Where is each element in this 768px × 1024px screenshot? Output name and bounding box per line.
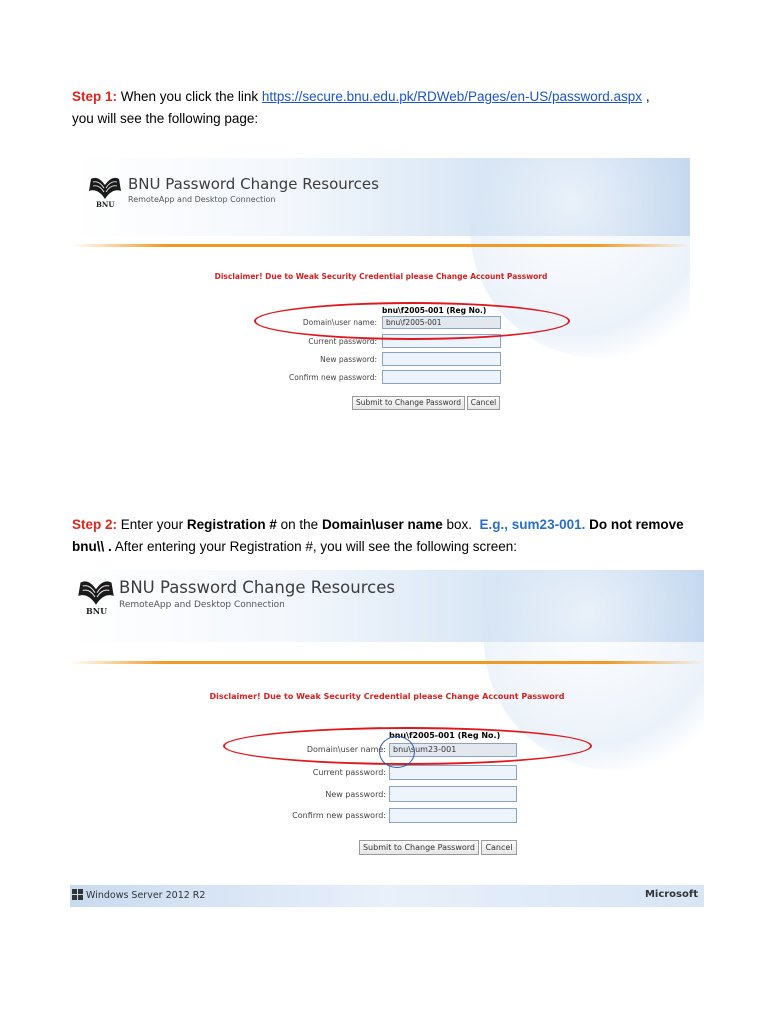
book-icon — [78, 581, 114, 605]
new-password-input[interactable] — [382, 352, 501, 366]
banner: BNU BNU Password Change Resources Remote… — [72, 158, 690, 358]
do-not-remove-text: Do not remove — [589, 517, 684, 532]
submit-change-password-button[interactable]: Submit to Change Password — [352, 396, 465, 410]
windows-logo-icon — [72, 889, 83, 900]
password-page-link[interactable]: https://secure.bnu.edu.pk/RDWeb/Pages/en… — [262, 89, 642, 104]
bnu-logo: BNU — [77, 576, 115, 616]
step2-text-4: After entering your Registration #, you … — [114, 539, 517, 554]
step1-paragraph: Step 1: When you click the link https://… — [72, 86, 712, 130]
book-icon — [89, 177, 121, 199]
cancel-button[interactable]: Cancel — [467, 396, 500, 410]
highlight-circle — [379, 736, 415, 768]
page-title: BNU Password Change Resources — [119, 578, 395, 597]
step1-label: Step 1: — [72, 89, 118, 104]
current-password-input[interactable] — [389, 765, 517, 780]
new-password-input[interactable] — [389, 786, 517, 802]
banner: BNU BNU Password Change Resources Remote… — [70, 570, 704, 770]
domain-user-term: Domain\user name — [321, 517, 443, 532]
new-password-label: New password: — [325, 790, 386, 799]
windows-footer-bar: Windows Server 2012 R2 Microsoft — [70, 885, 704, 907]
new-password-label: New password: — [320, 355, 377, 364]
disclaimer-text: Disclaimer! Due to Weak Security Credent… — [214, 272, 548, 281]
page-subtitle: RemoteApp and Desktop Connection — [128, 195, 276, 204]
step2-text-1: Enter your — [120, 517, 184, 532]
confirm-password-input[interactable] — [389, 808, 517, 823]
logo-text: BNU — [96, 200, 115, 209]
confirm-password-input[interactable] — [382, 370, 501, 384]
screenshot-2: BNU BNU Password Change Resources Remote… — [70, 570, 704, 885]
step1-line2: you will see the following page: — [72, 111, 259, 126]
footer-os-label: Windows Server 2012 R2 — [86, 890, 206, 901]
footer-os: Windows Server 2012 R2 — [72, 889, 205, 901]
page-subtitle: RemoteApp and Desktop Connection — [119, 600, 285, 610]
bnu-logo: BNU — [88, 173, 122, 209]
cancel-button[interactable]: Cancel — [481, 840, 517, 855]
disclaimer-text: Disclaimer! Due to Weak Security Credent… — [209, 692, 565, 701]
logo-text: BNU — [86, 606, 108, 616]
confirm-password-label: Confirm new password: — [289, 373, 377, 382]
confirm-password-label: Confirm new password: — [292, 811, 386, 820]
step2-paragraph: Step 2: Enter your Registration # on the… — [72, 514, 712, 558]
current-password-label: Current password: — [312, 768, 386, 777]
screenshot-1: BNU BNU Password Change Resources Remote… — [72, 158, 690, 433]
step2-label: Step 2: — [72, 517, 118, 532]
step1-text: When you click the link — [120, 89, 259, 104]
orange-divider — [70, 661, 704, 664]
step1-comma: , — [645, 89, 650, 104]
example-text: E.g., sum23-001. — [479, 517, 586, 532]
highlight-ellipse — [254, 302, 570, 340]
submit-change-password-button[interactable]: Submit to Change Password — [359, 840, 479, 855]
orange-divider — [72, 244, 690, 247]
microsoft-logo: Microsoft — [644, 889, 698, 900]
page-title: BNU Password Change Resources — [128, 175, 379, 193]
registration-term: Registration # — [186, 517, 277, 532]
bnu-prefix-text: bnu\\ . — [72, 539, 112, 554]
step2-text-2: on the — [280, 517, 319, 532]
step2-text-3: box. — [446, 517, 473, 532]
